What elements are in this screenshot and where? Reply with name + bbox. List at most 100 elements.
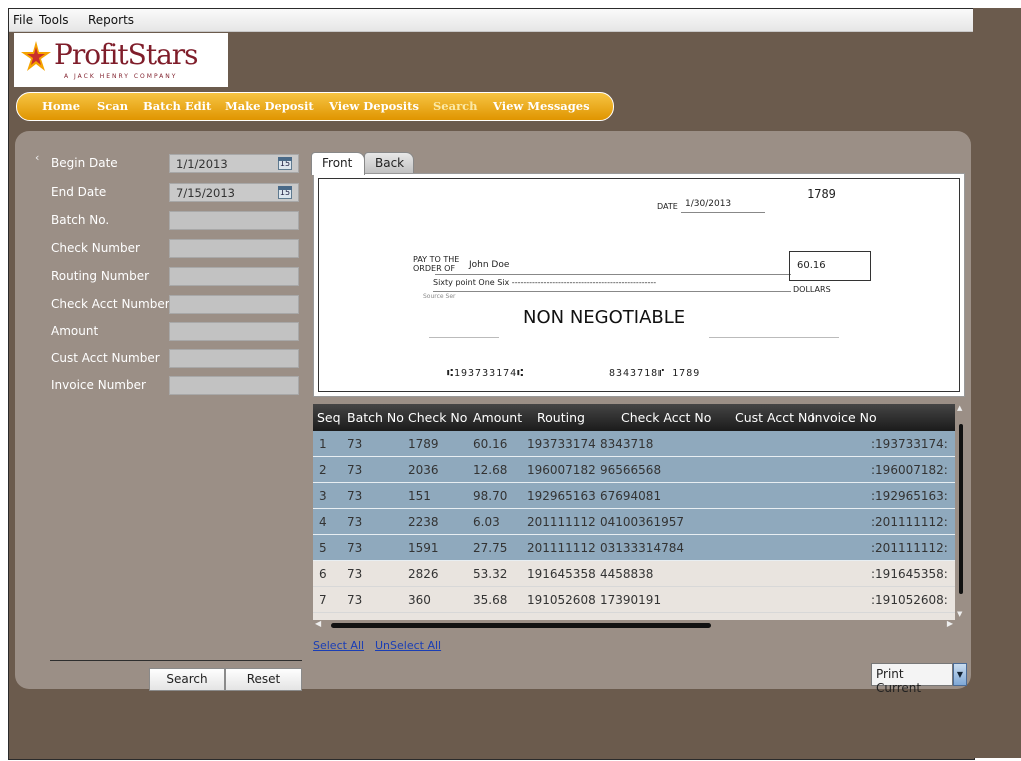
- nav-home[interactable]: Home: [42, 99, 80, 113]
- cell-amount: 53.32: [473, 567, 508, 581]
- check-acct-number-label: Check Acct Number: [51, 297, 170, 311]
- col-check-no[interactable]: Check No: [408, 410, 467, 425]
- col-cust-acct-no[interactable]: Cust Acct No: [735, 410, 815, 425]
- check-acct-number-input[interactable]: [169, 295, 299, 314]
- col-check-acct-no[interactable]: Check Acct No: [621, 410, 711, 425]
- grid-vertical-scrollbar[interactable]: ▲ ▼: [955, 404, 966, 620]
- cell-invoice: :193733174:: [871, 437, 948, 451]
- search-button[interactable]: Search: [149, 668, 225, 691]
- col-routing[interactable]: Routing: [537, 410, 585, 425]
- cell-check: 1591: [408, 541, 439, 555]
- reset-button[interactable]: Reset: [225, 668, 302, 691]
- table-row[interactable]: 4 73 2238 6.03 201111112 04100361957:20111111…: [313, 509, 955, 535]
- calendar-icon[interactable]: 15: [278, 186, 292, 199]
- invoice-number-input[interactable]: [169, 376, 299, 395]
- cell-seq: 5: [319, 541, 327, 555]
- vertical-scroll-thumb[interactable]: [959, 424, 963, 594]
- cell-invoice: :191052608:: [871, 593, 948, 607]
- end-date-value: 7/15/2013: [176, 186, 235, 200]
- scroll-up-icon[interactable]: ▲: [957, 404, 962, 412]
- cell-routing: 191645358: [527, 567, 596, 581]
- invoice-number-label: Invoice Number: [51, 378, 146, 392]
- cust-acct-number-input[interactable]: [169, 349, 299, 368]
- menu-reports[interactable]: Reports: [88, 13, 134, 27]
- routing-number-label: Routing Number: [51, 269, 150, 283]
- chevron-down-icon[interactable]: ▼: [953, 663, 967, 686]
- grid-horizontal-scrollbar[interactable]: ◀ ▶: [313, 619, 955, 631]
- table-row[interactable]: 1 73 1789 60.16 193733174 8343718:193733174:: [313, 431, 955, 457]
- scroll-right-icon[interactable]: ▶: [947, 619, 953, 628]
- menu-bar: File Tools Reports: [9, 9, 974, 32]
- calendar-icon[interactable]: 15: [278, 157, 292, 170]
- cell-amount: 35.68: [473, 593, 508, 607]
- check-number-label: Check Number: [51, 241, 140, 255]
- nav-view-messages[interactable]: View Messages: [493, 99, 590, 113]
- batch-no-input[interactable]: [169, 211, 299, 230]
- cell-routing: 193733174: [527, 437, 596, 451]
- scroll-left-icon[interactable]: ◀: [315, 619, 321, 628]
- cell-amount: 27.75: [473, 541, 508, 555]
- cell-invoice: :201111112:: [871, 541, 948, 555]
- col-amount[interactable]: Amount: [473, 410, 522, 425]
- amount-label: Amount: [51, 324, 99, 338]
- menu-tools[interactable]: Tools: [39, 13, 69, 27]
- nav-scan[interactable]: Scan: [97, 99, 128, 113]
- nav-make-deposit[interactable]: Make Deposit: [225, 99, 314, 113]
- col-invoice-no[interactable]: Invoice No: [811, 410, 877, 425]
- tab-front[interactable]: Front: [311, 152, 365, 175]
- amount-input[interactable]: [169, 322, 299, 341]
- unselect-all-link[interactable]: UnSelect All: [375, 639, 441, 652]
- cell-routing: 196007182: [527, 463, 596, 477]
- table-row[interactable]: 873164646.5520111111202671073774:2011111…: [313, 613, 955, 620]
- end-date-input[interactable]: 7/15/2013 15: [169, 183, 299, 202]
- select-all-link[interactable]: Select All: [313, 639, 364, 652]
- cell-amount: 12.68: [473, 463, 508, 477]
- col-batch-no[interactable]: Batch No: [347, 410, 404, 425]
- logo-wordmark: ProfitStars: [54, 38, 199, 71]
- cell-check: 151: [408, 489, 431, 503]
- table-row[interactable]: 2 73 2036 12.68 196007182 96566568:196007182:: [313, 457, 955, 483]
- cell-acct: 03133314784: [600, 541, 684, 555]
- table-row[interactable]: 5 73 1591 27.75 201111112 03133314784:2011111…: [313, 535, 955, 561]
- routing-number-input[interactable]: [169, 267, 299, 286]
- cell-check: 2036: [408, 463, 439, 477]
- nav-search[interactable]: Search: [433, 99, 478, 113]
- cell-batch: 73: [347, 437, 363, 451]
- col-seq[interactable]: Seq: [317, 410, 341, 425]
- table-row[interactable]: 6 73 2826 53.32 191645358 4458838:191645358:: [313, 561, 955, 587]
- print-option-select[interactable]: Print Current: [871, 663, 953, 695]
- table-row[interactable]: 7 73 360 35.68 191052608 17390191:191052608:: [313, 587, 955, 613]
- collapse-arrow-icon[interactable]: ‹: [35, 151, 39, 164]
- cell-check: 360: [408, 593, 431, 607]
- scroll-down-icon[interactable]: ▼: [957, 610, 962, 618]
- cust-acct-number-label: Cust Acct Number: [51, 351, 160, 365]
- grid-header: Seq Batch No Check No Amount Routing Che…: [313, 404, 955, 431]
- horizontal-scroll-thumb[interactable]: [331, 623, 711, 628]
- table-row[interactable]: 3 73 151 98.70 192965163 67694081:192965163:: [313, 483, 955, 509]
- cell-seq: 3: [319, 489, 327, 503]
- cell-routing: 192965163: [527, 489, 596, 503]
- cell-batch: 73: [347, 541, 363, 555]
- cell-amount: 6.03: [473, 515, 500, 529]
- begin-date-value: 1/1/2013: [176, 157, 228, 171]
- check-number-input[interactable]: [169, 239, 299, 258]
- begin-date-label: Begin Date: [51, 156, 118, 170]
- batch-no-label: Batch No.: [51, 213, 110, 227]
- cell-acct: 04100361957: [600, 515, 684, 529]
- cell-routing: 201111112: [527, 515, 596, 529]
- nav-batch-edit[interactable]: Batch Edit: [143, 99, 211, 113]
- cell-routing: 191052608: [527, 593, 596, 607]
- background-strip: [973, 8, 1021, 758]
- begin-date-input[interactable]: 1/1/2013 15: [169, 154, 299, 173]
- cell-amount: 98.70: [473, 489, 508, 503]
- cell-batch: 73: [347, 489, 363, 503]
- cell-check: 1789: [408, 437, 439, 451]
- payto-label: PAY TO THE: [413, 255, 460, 264]
- check-image-viewer: 1789 DATE 1/30/2013 PAY TO THE ORDER OF …: [313, 173, 965, 397]
- app-window: File Tools Reports ProfitStars A JACK HE…: [8, 8, 975, 760]
- tab-back[interactable]: Back: [364, 152, 414, 175]
- micr-account: 8343718⑈ 1789: [609, 368, 701, 379]
- nav-view-deposits[interactable]: View Deposits: [329, 99, 419, 113]
- check-number: 1789: [807, 187, 836, 201]
- menu-file[interactable]: File: [13, 13, 33, 27]
